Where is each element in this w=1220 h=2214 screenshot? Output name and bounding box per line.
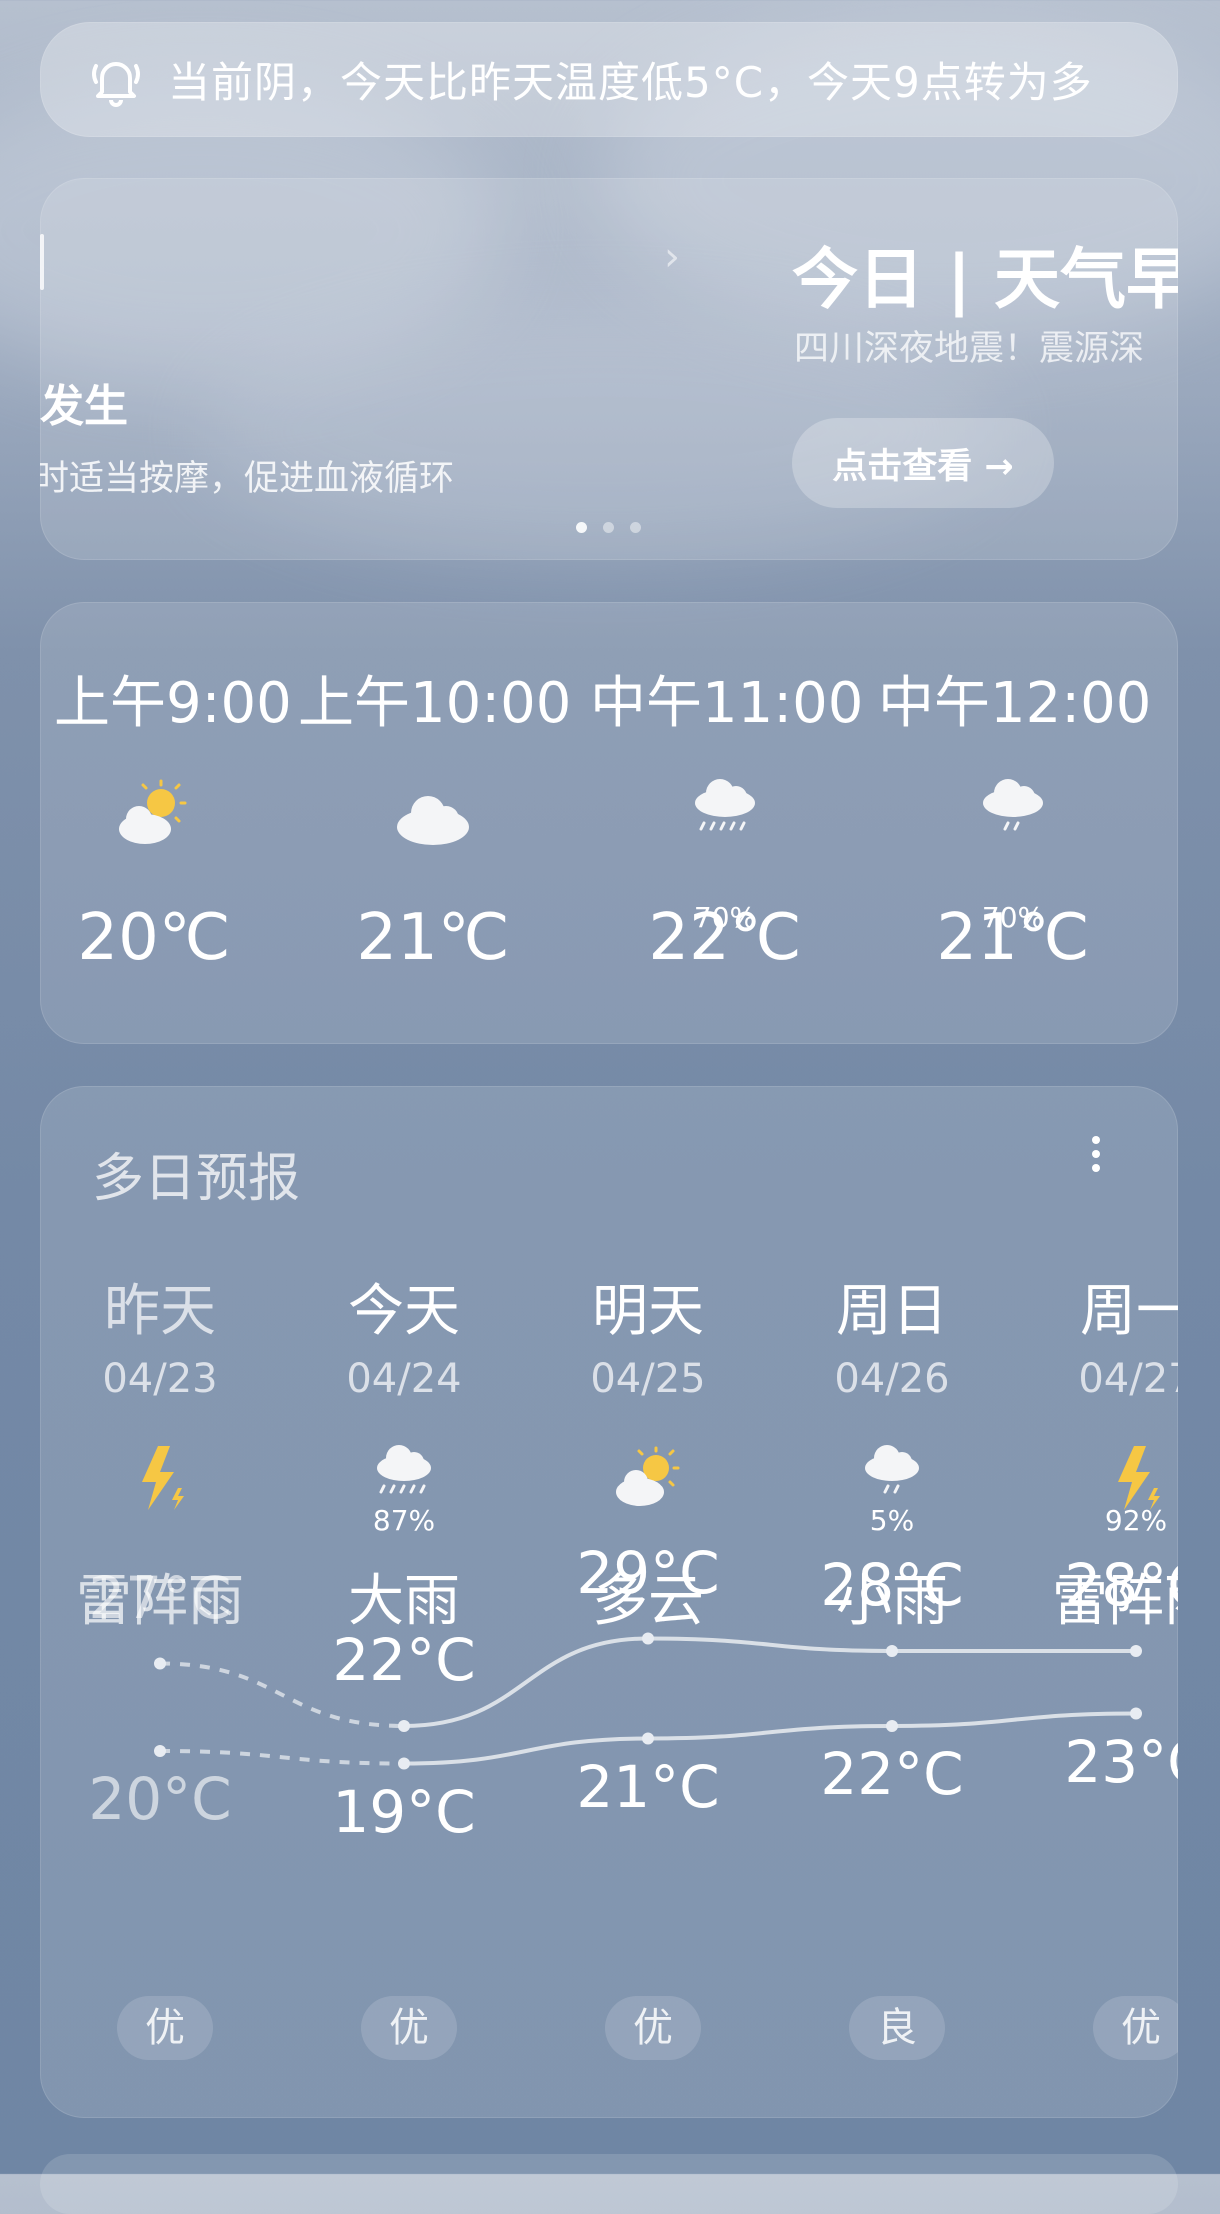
banner-subtitle: 四川深夜地震！震源深 xyxy=(794,329,1145,369)
air-quality-badge[interactable]: 优 xyxy=(1093,1996,1178,2060)
heavy-rain-icon: 70% xyxy=(680,773,770,934)
high-temp-label: 29°C xyxy=(576,1538,720,1607)
view-details-button[interactable]: 点击查看 → xyxy=(792,418,1054,508)
temperature-point xyxy=(886,1720,898,1732)
day-date: 04/24 xyxy=(346,1356,462,1402)
day-name: 今天 xyxy=(348,1279,460,1344)
hourly-time: 中午12:00 xyxy=(878,671,1152,736)
hourly-forecast-card[interactable]: 上午9:00 20℃ 上午10:00 21℃ 中午11:00 70% 22℃ 中… xyxy=(40,602,1178,1044)
news-banner-carousel[interactable]: › 发生 时适当按摩，促进血液循环 今日 | 天气早扌 四川深夜地震！震源深 点… xyxy=(40,178,1178,560)
carousel-indicator[interactable] xyxy=(576,522,641,533)
hourly-time: 上午10:00 xyxy=(298,671,572,736)
day-date: 04/26 xyxy=(834,1356,950,1402)
temperature-point xyxy=(154,1657,166,1670)
temperature-point xyxy=(398,1720,410,1732)
temperature-point xyxy=(642,1732,654,1745)
hourly-item: 上午9:00 20℃ xyxy=(54,658,292,975)
partly-cloudy-icon xyxy=(109,773,199,863)
temperature-segment xyxy=(647,1724,893,1741)
hourly-time: 中午11:00 xyxy=(590,671,864,736)
temperature-segment xyxy=(159,1749,405,1766)
alert-text: 当前阴，今天比昨天温度低5°C，今天9点转为多 xyxy=(168,58,1093,107)
temperature-point xyxy=(154,1745,166,1757)
precipitation-probability: 92% xyxy=(1104,1504,1168,1537)
day-condition: 大雨 xyxy=(348,1569,460,1634)
day-date: 04/27 xyxy=(1078,1356,1178,1402)
next-card-peek xyxy=(40,2154,1178,2214)
weather-alert-bar[interactable]: 当前阴，今天比昨天温度低5°C，今天9点转为多 xyxy=(40,22,1178,137)
hourly-item: 中午12:00 70% 21℃ xyxy=(878,658,1152,975)
day-name: 周一 xyxy=(1080,1279,1178,1344)
day-date: 04/23 xyxy=(102,1356,218,1402)
hourly-temp: 21℃ xyxy=(356,901,510,975)
day-name: 昨天 xyxy=(104,1279,216,1344)
high-temp-label: 28°C xyxy=(1064,1551,1178,1619)
precipitation-probability: 70% xyxy=(693,901,757,934)
hourly-item: 上午10:00 21℃ xyxy=(298,658,572,975)
bell-icon xyxy=(92,61,140,107)
precipitation-probability: 87% xyxy=(372,1504,436,1537)
air-quality-badge[interactable]: 优 xyxy=(117,1996,213,2060)
banner-edge-marker xyxy=(40,234,44,290)
banner-title: 今日 | 天气早扌 xyxy=(792,241,1178,318)
temperature-point xyxy=(1130,1645,1142,1657)
high-temp-label: 22°C xyxy=(332,1626,476,1694)
carousel-dot[interactable] xyxy=(603,522,614,533)
light-rain-icon: 70% xyxy=(968,773,1058,934)
temperature-segment xyxy=(891,1711,1137,1728)
precipitation-probability: 5% xyxy=(869,1504,915,1537)
temperature-segment xyxy=(647,1636,893,1653)
partly-cloudy-icon xyxy=(608,1440,688,1520)
precipitation-probability: 70% xyxy=(981,901,1045,934)
hourly-temp: 20℃ xyxy=(77,901,231,975)
carousel-dot[interactable] xyxy=(630,522,641,533)
day-date: 04/25 xyxy=(590,1356,706,1402)
day-name: 明天 xyxy=(592,1279,704,1344)
carousel-dot[interactable] xyxy=(576,522,587,533)
temperature-point xyxy=(398,1757,410,1770)
high-temp-label: 27°C xyxy=(88,1563,232,1632)
air-quality-badge[interactable]: 优 xyxy=(605,1996,701,2060)
banner-prev-title: 发生 xyxy=(40,381,128,432)
cloudy-icon xyxy=(388,773,478,863)
hourly-time: 上午9:00 xyxy=(54,671,292,736)
low-temp-label: 19°C xyxy=(332,1777,476,1846)
temperature-point xyxy=(1130,1707,1142,1720)
low-temp-label: 22°C xyxy=(820,1740,964,1808)
chevron-right-icon: › xyxy=(664,234,680,280)
temperature-point xyxy=(886,1645,898,1657)
high-temp-label: 28°C xyxy=(820,1551,964,1619)
banner-prev-subtitle: 时适当按摩，促进血液循环 xyxy=(40,459,455,499)
multi-day-forecast-card[interactable]: 多日预报 昨天 04/23 雷阵雨 优今天 04/24 87% 大雨 优明天 0… xyxy=(40,1086,1178,2118)
air-quality-badge[interactable]: 良 xyxy=(849,1996,945,2060)
low-temp-label: 21°C xyxy=(576,1752,720,1821)
hourly-item: 中午11:00 70% 22℃ xyxy=(590,658,864,975)
air-quality-badge[interactable]: 优 xyxy=(361,1996,457,2060)
day-name: 周日 xyxy=(836,1279,948,1344)
low-temp-label: 23°C xyxy=(1064,1727,1178,1796)
low-temp-label: 20°C xyxy=(88,1765,232,1833)
thunder-icon xyxy=(120,1440,200,1520)
